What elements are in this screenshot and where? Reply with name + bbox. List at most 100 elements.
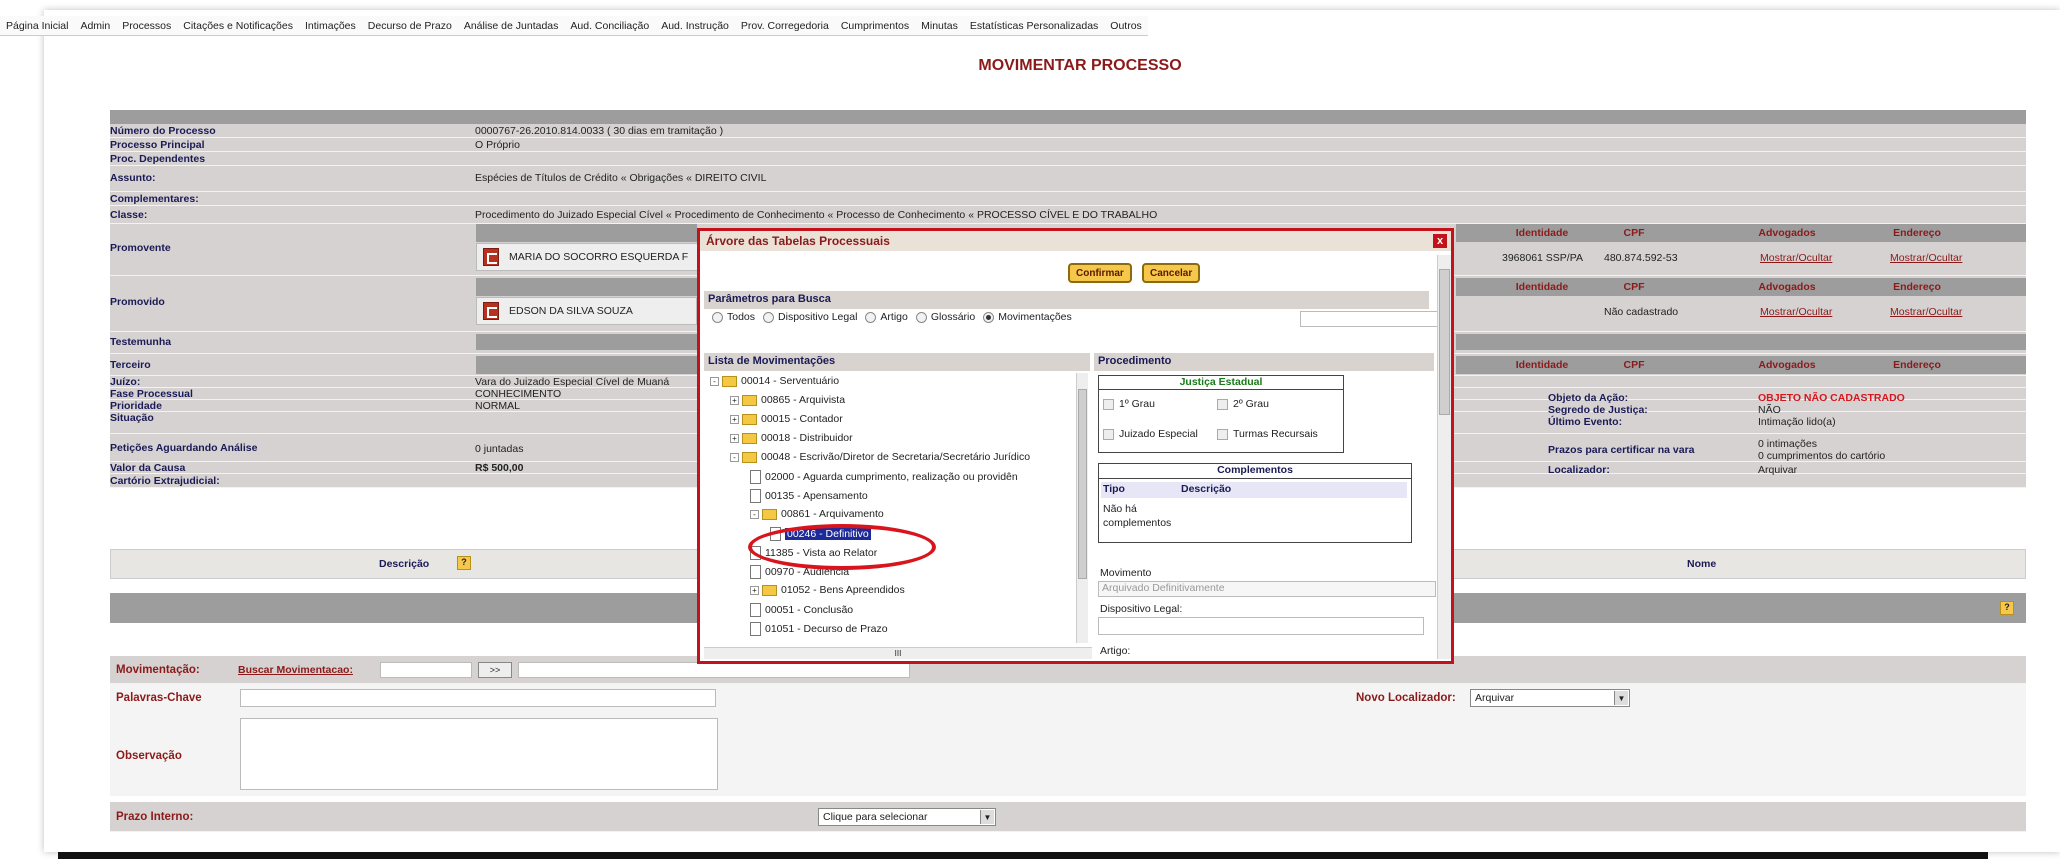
promovente-endereco-link[interactable]: Mostrar/Ocultar — [1890, 252, 1962, 264]
radio-icon[interactable] — [865, 311, 877, 323]
dispositivo-input[interactable] — [1098, 617, 1424, 635]
promovido-endereco-link[interactable]: Mostrar/Ocultar — [1890, 306, 1962, 318]
tree-scroll-thumb[interactable] — [1078, 389, 1087, 579]
topnav-item[interactable]: Aud. Conciliação — [564, 20, 655, 32]
go-button[interactable]: >> — [478, 662, 512, 678]
tree-item[interactable]: +01052 - Bens Apreendidos — [750, 584, 905, 596]
help-icon[interactable]: ? — [2000, 601, 2014, 615]
observacao-textarea[interactable] — [240, 718, 718, 790]
tree-item[interactable]: 01051 - Decurso de Prazo — [750, 622, 888, 636]
modal-scroll-thumb[interactable] — [1439, 269, 1450, 415]
modal-title-text: Árvore das Tabelas Processuais — [706, 234, 890, 248]
movimento-input[interactable]: Arquivado Definitivamente — [1098, 581, 1436, 597]
prazo-interno-select[interactable]: Clique para selecionar ▼ — [818, 808, 996, 826]
radio-icon[interactable] — [763, 311, 775, 323]
situacao-label: Situação — [110, 412, 154, 424]
topnav-item[interactable]: Prov. Corregedoria — [735, 20, 835, 32]
tipo-header: Tipo — [1103, 483, 1125, 495]
topnav-item[interactable]: Outros — [1104, 20, 1148, 32]
document-icon[interactable] — [483, 302, 499, 320]
tree-item[interactable]: +00865 - Arquivista — [730, 394, 845, 406]
expand-icon[interactable]: + — [730, 395, 739, 405]
expand-icon[interactable]: + — [750, 585, 759, 595]
novo-localizador-select[interactable]: Arquivar ▼ — [1470, 689, 1630, 707]
collapse-icon[interactable]: - — [710, 376, 719, 386]
promovente-right-header: Identidade CPF Advogados Endereço — [1456, 224, 2026, 242]
justica-estadual-title: Justiça Estadual — [1099, 376, 1343, 390]
expand-icon[interactable]: + — [730, 433, 739, 443]
search-radio-option[interactable]: Movimentações — [975, 311, 1072, 323]
document-icon — [750, 603, 761, 617]
numero-value: 0000767-26.2010.814.0033 ( 30 dias em tr… — [475, 125, 724, 137]
principal-label: Processo Principal — [110, 139, 205, 151]
grau1-check[interactable]: 1º Grau — [1103, 398, 1155, 410]
grau2-check[interactable]: 2º Grau — [1217, 398, 1269, 410]
terceiro-label: Terceiro — [110, 359, 151, 371]
topnav-item[interactable]: Minutas — [915, 20, 964, 32]
promovido-name: EDSON DA SILVA SOUZA — [509, 305, 633, 317]
topnav-item[interactable]: Decurso de Prazo — [362, 20, 458, 32]
tree-item[interactable]: - 00014 - Serventuário — [710, 375, 839, 387]
search-radio-option[interactable]: Todos — [704, 311, 755, 323]
document-icon — [750, 470, 761, 484]
topnav-item[interactable]: Análise de Juntadas — [458, 20, 565, 32]
topnav-item[interactable]: Admin — [74, 20, 116, 32]
collapse-icon[interactable]: - — [730, 452, 739, 462]
topnav-item[interactable]: Citações e Notificações — [177, 20, 299, 32]
radio-icon[interactable] — [712, 311, 723, 323]
promovido-advogados-link[interactable]: Mostrar/Ocultar — [1760, 306, 1832, 318]
cpf-header: CPF — [1623, 359, 1645, 371]
modal-scrollbar[interactable] — [1437, 255, 1451, 659]
close-icon[interactable]: x — [1433, 234, 1447, 248]
turmas-check[interactable]: Turmas Recursais — [1217, 428, 1318, 440]
document-icon[interactable] — [483, 248, 499, 266]
movimentacao-desc-input[interactable] — [518, 662, 910, 678]
radio-icon[interactable] — [915, 311, 927, 323]
topnav-item[interactable]: Aud. Instrução — [655, 20, 735, 32]
promovente-advogados-link[interactable]: Mostrar/Ocultar — [1760, 252, 1832, 264]
tree-scrollbar[interactable] — [1076, 373, 1088, 643]
tree-item[interactable]: 00051 - Conclusão — [750, 603, 853, 617]
checkbox-icon[interactable] — [1217, 428, 1228, 440]
search-radio-option[interactable]: Glossário — [908, 311, 975, 323]
radio-label: Todos — [727, 311, 756, 323]
palavras-chave-input[interactable] — [240, 689, 716, 707]
buscar-movimentacao-link[interactable]: Buscar Movimentacao: — [238, 664, 353, 676]
valor-label: Valor da Causa — [110, 462, 186, 474]
promovente-label: Promovente — [110, 242, 171, 254]
tree-item[interactable]: +00015 - Contador — [730, 413, 843, 425]
topnav-item[interactable]: Estatísticas Personalizadas — [964, 20, 1104, 32]
juizado-check[interactable]: Juizado Especial — [1103, 428, 1198, 440]
topnav-item[interactable]: Cumprimentos — [835, 20, 915, 32]
chevron-down-icon: ▼ — [980, 810, 994, 824]
observacao-label: Observação — [116, 750, 182, 762]
checkbox-icon[interactable] — [1103, 398, 1114, 410]
cancelar-button[interactable]: Cancelar — [1142, 263, 1201, 283]
topnav-item[interactable]: Página Inicial — [0, 20, 74, 32]
tree-item[interactable]: - 00048 - Escrivão/Diretor de Secretaria/… — [730, 451, 1030, 463]
checkbox-icon[interactable] — [1103, 428, 1114, 440]
tree-item[interactable]: 00135 - Apensamento — [750, 489, 868, 503]
topnav-item[interactable]: Processos — [116, 20, 177, 32]
topnav-item[interactable]: Intimações — [299, 20, 362, 32]
tree-item[interactable]: - 00861 - Arquivamento — [750, 508, 884, 520]
tree-item[interactable]: 02000 - Aguarda cumprimento, realização … — [750, 470, 1018, 484]
checkbox-icon[interactable] — [1217, 398, 1228, 410]
tree-hscrollbar[interactable]: III — [704, 647, 1092, 659]
help-icon[interactable]: ? — [457, 556, 471, 570]
search-radio-option[interactable]: Dispositivo Legal — [755, 311, 857, 323]
localizador-label: Localizador: — [1548, 464, 1610, 476]
turmas-label: Turmas Recursais — [1233, 428, 1318, 440]
search-radio-option[interactable]: Artigo — [857, 311, 908, 323]
terceiro-right-header: Identidade CPF Advogados Endereço — [1456, 356, 2026, 374]
tree-item[interactable]: +00018 - Distribuidor — [730, 432, 853, 444]
expand-icon[interactable]: + — [730, 414, 739, 424]
search-input[interactable] — [1300, 311, 1442, 327]
principal-value: O Próprio — [475, 139, 520, 151]
radio-icon[interactable] — [983, 311, 995, 323]
movimentacao-code-input[interactable] — [380, 662, 472, 678]
row-complementares: Complementares: — [110, 192, 2026, 206]
folder-icon — [742, 451, 757, 463]
collapse-icon[interactable]: - — [750, 509, 759, 519]
confirmar-button[interactable]: Confirmar — [1068, 263, 1132, 283]
